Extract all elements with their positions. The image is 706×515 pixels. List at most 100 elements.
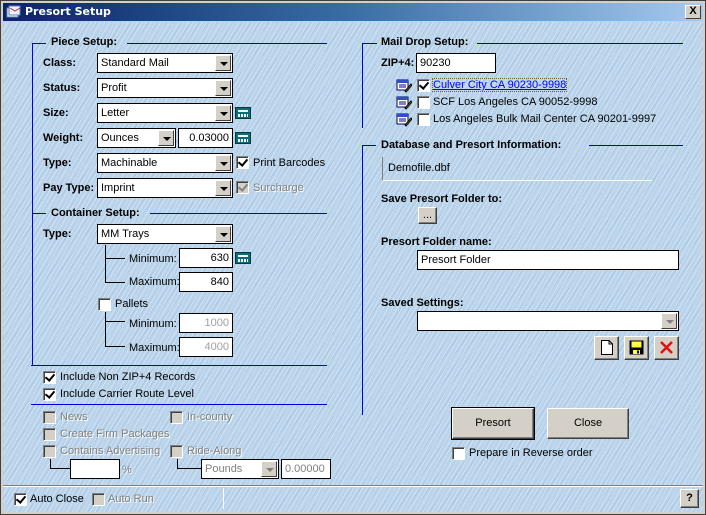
container-max-input[interactable]: 840 bbox=[179, 272, 233, 292]
facility-checkbox-bulk-mail-center[interactable] bbox=[417, 113, 430, 126]
browse-folder-button[interactable]: ... bbox=[418, 207, 437, 224]
options-divider bbox=[31, 365, 327, 366]
in-county-checkbox[interactable] bbox=[170, 411, 183, 424]
facility-checkbox-culver-city[interactable] bbox=[417, 79, 430, 92]
presort-button[interactable]: Presort bbox=[451, 407, 535, 440]
pallets-checkbox[interactable] bbox=[98, 298, 111, 311]
container-min-input[interactable]: 630 bbox=[179, 248, 233, 268]
auto-close-checkbox[interactable] bbox=[14, 493, 27, 506]
pallet-min-input[interactable]: 1000 bbox=[179, 313, 233, 333]
saved-settings-dropdown[interactable] bbox=[417, 311, 679, 331]
container-setup-border-left bbox=[32, 213, 33, 365]
pay-type-dropdown[interactable]: Imprint bbox=[97, 178, 233, 198]
pallets-label[interactable]: Pallets bbox=[115, 298, 148, 310]
ride-along-checkbox[interactable] bbox=[170, 445, 183, 458]
chevron-down-icon[interactable] bbox=[215, 55, 231, 71]
help-button[interactable]: ? bbox=[680, 489, 699, 508]
class-dropdown[interactable]: Standard Mail bbox=[97, 53, 233, 73]
database-title: Database and Presort Information: bbox=[381, 139, 562, 151]
piece-setup-border-top-right bbox=[127, 43, 327, 44]
new-settings-button[interactable] bbox=[594, 336, 619, 360]
chevron-down-icon[interactable] bbox=[261, 461, 277, 477]
status-bar-separator bbox=[223, 488, 224, 509]
tree-connector bbox=[50, 459, 72, 469]
calculator-icon[interactable] bbox=[235, 252, 251, 264]
tree-connector bbox=[177, 459, 202, 469]
ride-along-value-input[interactable]: 0.00000 bbox=[281, 459, 331, 479]
container-setup-title: Container Setup: bbox=[51, 207, 140, 219]
options-divider-2 bbox=[31, 404, 327, 405]
edit-facility-icon[interactable] bbox=[396, 79, 412, 93]
edit-facility-icon[interactable] bbox=[396, 113, 412, 127]
saved-settings-label: Saved Settings: bbox=[381, 297, 464, 309]
presort-setup-dialog: Presort Setup X Piece Setup: Class: Stan… bbox=[0, 0, 706, 515]
save-settings-button[interactable] bbox=[624, 336, 649, 360]
chevron-down-icon[interactable] bbox=[215, 180, 231, 196]
pallet-max-input[interactable]: 4000 bbox=[179, 337, 233, 357]
facility-label-scf-los-angeles[interactable]: SCF Los Angeles CA 90052-9998 bbox=[433, 96, 598, 108]
delete-icon bbox=[660, 341, 673, 354]
in-county-label: In-county bbox=[187, 411, 233, 423]
save-icon bbox=[629, 340, 644, 355]
include-carrier-route-checkbox[interactable] bbox=[43, 388, 56, 401]
zip-input[interactable]: 90230 bbox=[416, 53, 496, 73]
facility-checkbox-scf-los-angeles[interactable] bbox=[417, 96, 430, 109]
reverse-order-label[interactable]: Prepare in Reverse order bbox=[469, 447, 593, 459]
calculator-icon[interactable] bbox=[235, 107, 251, 119]
include-non-zip4-checkbox[interactable] bbox=[43, 371, 56, 384]
news-checkbox[interactable] bbox=[43, 411, 56, 424]
contains-advertising-checkbox[interactable] bbox=[43, 445, 56, 458]
container-setup-border-top-left bbox=[32, 213, 46, 214]
status-label: Status: bbox=[43, 82, 81, 94]
container-type-dropdown[interactable]: MM Trays bbox=[97, 224, 233, 244]
auto-run-checkbox[interactable] bbox=[92, 493, 105, 506]
ride-along-unit-value: Pounds bbox=[205, 463, 243, 475]
surcharge-checkbox[interactable] bbox=[236, 181, 249, 194]
calculator-icon[interactable] bbox=[235, 132, 251, 144]
app-icon bbox=[6, 5, 21, 18]
delete-settings-button[interactable] bbox=[654, 336, 679, 360]
status-dropdown[interactable]: Profit bbox=[97, 78, 233, 98]
chevron-down-icon[interactable] bbox=[215, 80, 231, 96]
facility-label-bulk-mail-center[interactable]: Los Angeles Bulk Mail Center CA 90201-99… bbox=[433, 113, 656, 125]
include-non-zip4-label[interactable]: Include Non ZIP+4 Records bbox=[60, 371, 195, 383]
type-value: Machinable bbox=[101, 157, 158, 169]
weight-unit-dropdown[interactable]: Ounces bbox=[97, 128, 176, 148]
weight-unit-value: Ounces bbox=[101, 132, 139, 144]
include-carrier-route-label[interactable]: Include Carrier Route Level bbox=[60, 388, 194, 400]
tree-connector bbox=[105, 312, 125, 347]
reverse-order-checkbox[interactable] bbox=[452, 447, 465, 460]
chevron-down-icon[interactable] bbox=[215, 105, 231, 121]
save-folder-label: Save Presort Folder to: bbox=[381, 193, 503, 205]
weight-input[interactable]: 0.03000 bbox=[178, 128, 233, 148]
create-firm-packages-checkbox[interactable] bbox=[43, 428, 56, 441]
type-dropdown[interactable]: Machinable bbox=[97, 153, 233, 173]
chevron-down-icon[interactable] bbox=[158, 130, 174, 146]
status-bar-divider bbox=[3, 485, 703, 487]
pay-type-value: Imprint bbox=[101, 182, 135, 194]
auto-close-label[interactable]: Auto Close bbox=[30, 493, 84, 505]
print-barcodes-checkbox[interactable] bbox=[236, 156, 249, 169]
pallet-min-label: Minimum: bbox=[129, 318, 177, 330]
new-document-icon bbox=[600, 340, 613, 355]
size-value: Letter bbox=[101, 107, 130, 119]
size-label: Size: bbox=[43, 107, 69, 119]
class-value: Standard Mail bbox=[101, 57, 169, 69]
folder-name-input[interactable]: Presort Folder bbox=[417, 250, 679, 270]
chevron-down-icon[interactable] bbox=[661, 313, 677, 329]
print-barcodes-label[interactable]: Print Barcodes bbox=[253, 157, 325, 169]
title-bar: Presort Setup X bbox=[3, 3, 703, 21]
chevron-down-icon[interactable] bbox=[215, 155, 231, 171]
contains-advertising-label: Contains Advertising bbox=[60, 445, 161, 457]
ride-along-unit-dropdown[interactable]: Pounds bbox=[201, 459, 279, 479]
advertising-percent-input[interactable] bbox=[70, 459, 120, 479]
close-button[interactable]: Close bbox=[547, 408, 629, 439]
status-value: Profit bbox=[101, 82, 127, 94]
tree-connector bbox=[105, 245, 125, 283]
facility-link-culver-city[interactable]: Culver City CA 90230-9998 bbox=[431, 78, 568, 92]
chevron-down-icon[interactable] bbox=[215, 226, 231, 242]
pallet-max-label: Maximum: bbox=[129, 342, 180, 354]
edit-facility-icon[interactable] bbox=[396, 96, 412, 110]
size-dropdown[interactable]: Letter bbox=[97, 103, 233, 123]
close-window-button[interactable]: X bbox=[685, 5, 701, 19]
